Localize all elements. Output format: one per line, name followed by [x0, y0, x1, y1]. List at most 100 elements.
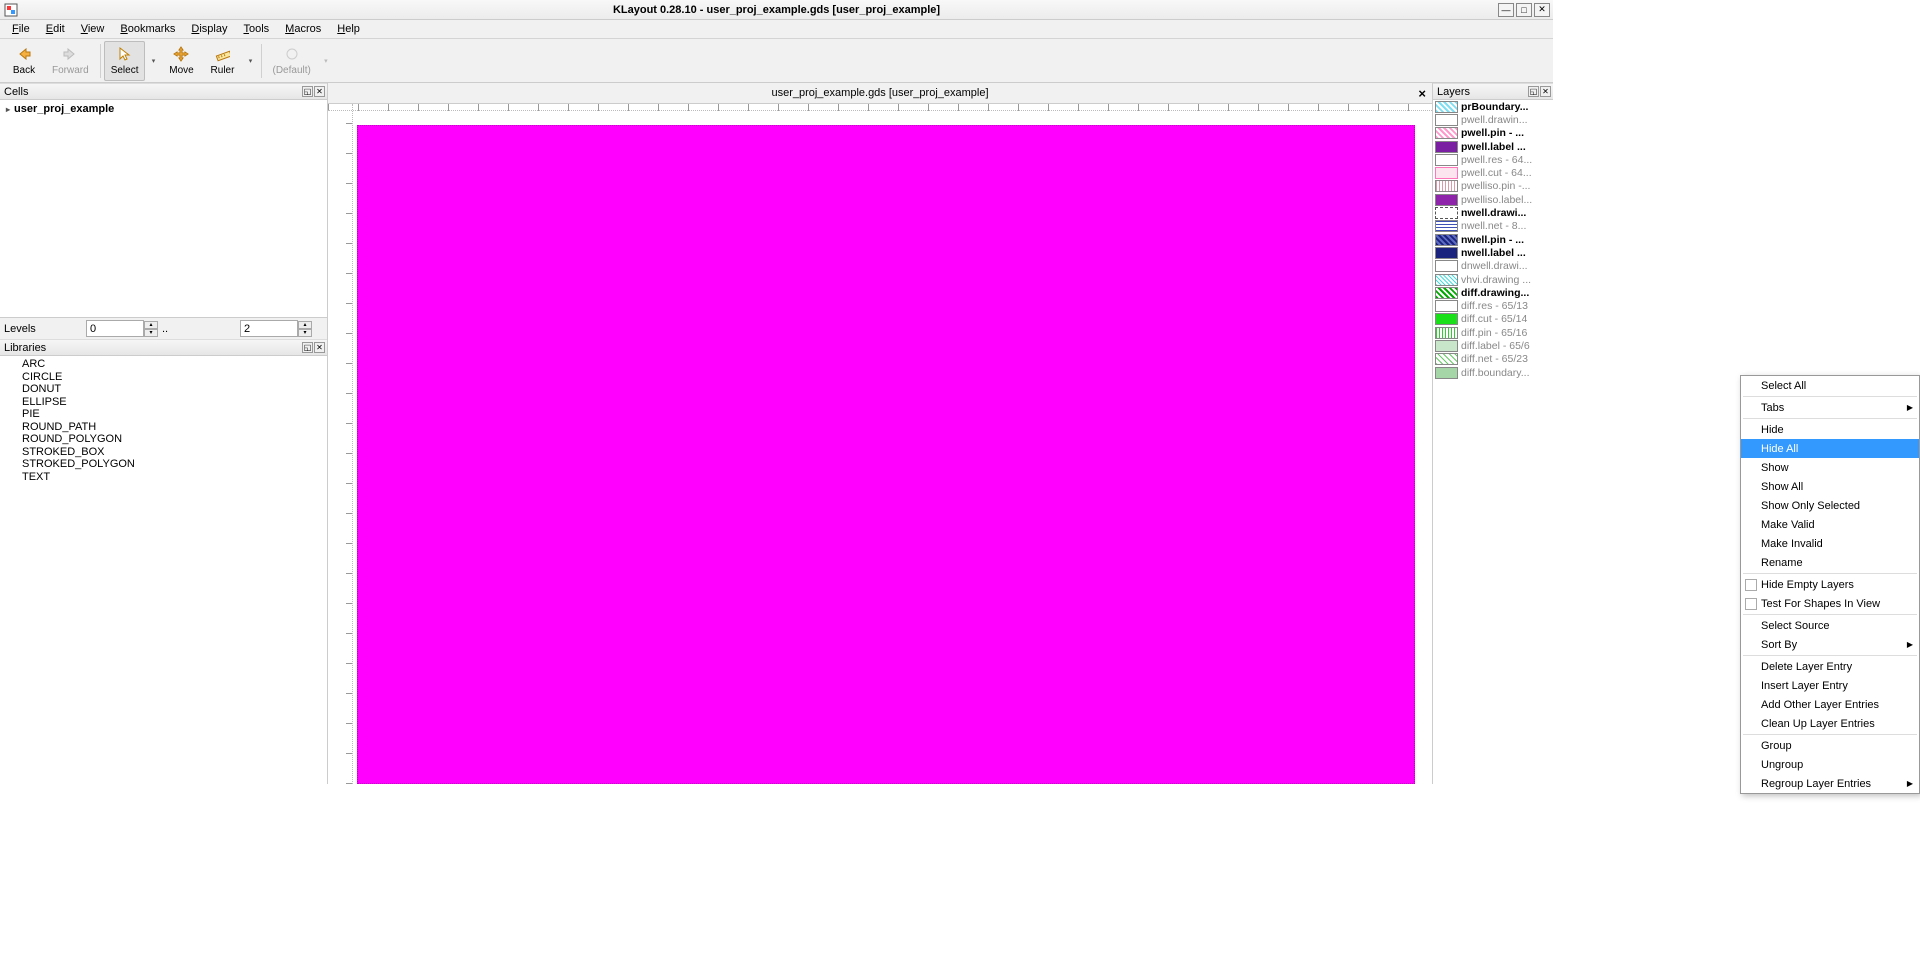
- layer-row[interactable]: pwell.label ...: [1433, 140, 1553, 153]
- library-item[interactable]: STROKED_BOX: [4, 446, 323, 459]
- menu-select-source[interactable]: Select Source: [1741, 616, 1919, 635]
- library-item[interactable]: ARC: [4, 358, 323, 371]
- layer-name: nwell.drawi...: [1461, 207, 1551, 219]
- menu-hide-empty-layers[interactable]: Hide Empty Layers: [1741, 575, 1919, 594]
- move-button[interactable]: Move: [161, 41, 201, 81]
- panel-undock-button[interactable]: ◱: [302, 342, 313, 353]
- menu-tabs[interactable]: Tabs▶: [1741, 398, 1919, 417]
- layer-row[interactable]: pwell.cut - 64...: [1433, 166, 1553, 179]
- menu-clean-up-layer-entries[interactable]: Clean Up Layer Entries: [1741, 714, 1919, 733]
- menu-test-for-shapes[interactable]: Test For Shapes In View: [1741, 594, 1919, 613]
- menu-add-other-layer-entries[interactable]: Add Other Layer Entries: [1741, 695, 1919, 714]
- select-dropdown[interactable]: ▾: [146, 41, 160, 81]
- spin-up[interactable]: ▴: [144, 321, 158, 329]
- layer-row[interactable]: nwell.net - 8...: [1433, 220, 1553, 233]
- layer-row[interactable]: pwell.pin - ...: [1433, 127, 1553, 140]
- back-button[interactable]: Back: [4, 41, 44, 81]
- levels-separator: ..: [162, 323, 236, 335]
- menu-bookmarks[interactable]: Bookmarks: [112, 21, 183, 37]
- library-item[interactable]: ELLIPSE: [4, 396, 323, 409]
- default-dropdown[interactable]: ▾: [319, 41, 333, 81]
- layer-row[interactable]: diff.label - 65/6: [1433, 339, 1553, 352]
- ruler-dropdown[interactable]: ▾: [243, 41, 257, 81]
- layer-swatch: [1435, 340, 1458, 352]
- layer-row[interactable]: diff.drawing...: [1433, 286, 1553, 299]
- layer-row[interactable]: nwell.pin - ...: [1433, 233, 1553, 246]
- menu-ungroup[interactable]: Ungroup: [1741, 755, 1919, 774]
- menu-macros[interactable]: Macros: [277, 21, 329, 37]
- layer-swatch: [1435, 180, 1458, 192]
- canvas-tab-bar: user_proj_example.gds [user_proj_example…: [328, 83, 1432, 104]
- layer-row[interactable]: pwelliso.label...: [1433, 193, 1553, 206]
- menu-edit[interactable]: Edit: [38, 21, 73, 37]
- menu-file[interactable]: File: [4, 21, 38, 37]
- menu-select-all[interactable]: Select All: [1741, 376, 1919, 395]
- menu-make-invalid[interactable]: Make Invalid: [1741, 534, 1919, 553]
- layer-row[interactable]: pwelliso.pin -...: [1433, 180, 1553, 193]
- library-item[interactable]: ROUND_POLYGON: [4, 433, 323, 446]
- select-button[interactable]: Select: [104, 41, 146, 81]
- menu-view[interactable]: View: [73, 21, 113, 37]
- menu-tools[interactable]: Tools: [235, 21, 277, 37]
- cell-tree-item[interactable]: user_proj_example: [4, 102, 323, 116]
- layer-row[interactable]: diff.boundary...: [1433, 366, 1553, 379]
- layer-row[interactable]: diff.cut - 65/14: [1433, 313, 1553, 326]
- level-from-input[interactable]: [86, 320, 144, 337]
- close-tab-icon[interactable]: ×: [1418, 86, 1426, 101]
- layer-row[interactable]: diff.net - 65/23: [1433, 353, 1553, 366]
- library-item[interactable]: ROUND_PATH: [4, 421, 323, 434]
- menu-show[interactable]: Show: [1741, 458, 1919, 477]
- panel-close-button[interactable]: ✕: [1540, 86, 1551, 97]
- panel-close-button[interactable]: ✕: [314, 342, 325, 353]
- close-button[interactable]: ✕: [1534, 3, 1550, 17]
- menu-insert-layer-entry[interactable]: Insert Layer Entry: [1741, 676, 1919, 695]
- menu-group[interactable]: Group: [1741, 736, 1919, 755]
- default-button[interactable]: (Default): [265, 41, 317, 81]
- library-item[interactable]: DONUT: [4, 383, 323, 396]
- spin-up[interactable]: ▴: [298, 321, 312, 329]
- library-item[interactable]: STROKED_POLYGON: [4, 458, 323, 471]
- layer-row[interactable]: pwell.res - 64...: [1433, 153, 1553, 166]
- library-item[interactable]: CIRCLE: [4, 371, 323, 384]
- layer-row[interactable]: nwell.drawi...: [1433, 206, 1553, 219]
- layer-row[interactable]: nwell.label ...: [1433, 246, 1553, 259]
- spin-down[interactable]: ▾: [298, 329, 312, 337]
- panel-undock-button[interactable]: ◱: [1528, 86, 1539, 97]
- layer-swatch: [1435, 207, 1458, 219]
- ruler-button[interactable]: Ruler: [202, 41, 242, 81]
- layer-row[interactable]: prBoundary...: [1433, 100, 1553, 113]
- library-item[interactable]: PIE: [4, 408, 323, 421]
- level-to-input[interactable]: [240, 320, 298, 337]
- layer-row[interactable]: dnwell.drawi...: [1433, 260, 1553, 273]
- panel-undock-button[interactable]: ◱: [302, 86, 313, 97]
- spin-down[interactable]: ▾: [144, 329, 158, 337]
- menu-hide-all[interactable]: Hide All: [1741, 439, 1919, 458]
- menu-help[interactable]: Help: [329, 21, 368, 37]
- menu-delete-layer-entry[interactable]: Delete Layer Entry: [1741, 657, 1919, 676]
- menu-hide[interactable]: Hide: [1741, 420, 1919, 439]
- menu-show-all[interactable]: Show All: [1741, 477, 1919, 496]
- layer-row[interactable]: diff.res - 65/13: [1433, 299, 1553, 312]
- layers-panel[interactable]: prBoundary...pwell.drawin...pwell.pin - …: [1433, 100, 1553, 784]
- menu-show-only-selected[interactable]: Show Only Selected: [1741, 496, 1919, 515]
- library-item[interactable]: TEXT: [4, 471, 323, 484]
- menu-make-valid[interactable]: Make Valid: [1741, 515, 1919, 534]
- libraries-panel-header: Libraries ◱✕: [0, 339, 327, 356]
- menu-regroup-layer-entries[interactable]: Regroup Layer Entries▶: [1741, 774, 1919, 793]
- menu-rename[interactable]: Rename: [1741, 553, 1919, 572]
- cells-panel[interactable]: user_proj_example: [0, 100, 327, 317]
- layer-row[interactable]: pwell.drawin...: [1433, 113, 1553, 126]
- menu-sort-by[interactable]: Sort By▶: [1741, 635, 1919, 654]
- maximize-button[interactable]: □: [1516, 3, 1532, 17]
- minimize-button[interactable]: —: [1498, 3, 1514, 17]
- layer-swatch: [1435, 274, 1458, 286]
- libraries-panel[interactable]: ARC CIRCLE DONUT ELLIPSE PIE ROUND_PATH …: [0, 356, 327, 784]
- layer-swatch: [1435, 127, 1458, 139]
- layer-row[interactable]: diff.pin - 65/16: [1433, 326, 1553, 339]
- layout-canvas[interactable]: [328, 104, 1432, 784]
- layer-row[interactable]: vhvi.drawing ...: [1433, 273, 1553, 286]
- forward-button[interactable]: Forward: [45, 41, 96, 81]
- panel-close-button[interactable]: ✕: [314, 86, 325, 97]
- layer-swatch: [1435, 194, 1458, 206]
- menu-display[interactable]: Display: [183, 21, 235, 37]
